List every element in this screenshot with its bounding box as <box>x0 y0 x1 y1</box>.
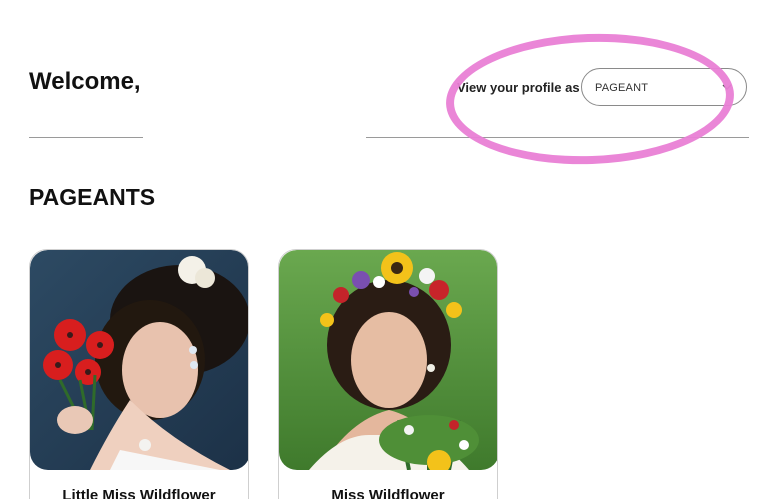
pageant-card-image <box>279 250 497 470</box>
divider-right <box>366 137 749 138</box>
profile-type-select[interactable]: PAGEANT <box>581 68 747 106</box>
pageant-card-title: Miss Wildflower <box>331 487 445 499</box>
pageant-card[interactable]: Little Miss Wildflower <box>29 249 249 499</box>
pageant-card-image <box>30 250 248 470</box>
pageant-card[interactable]: Miss Wildflower <box>278 249 498 499</box>
page: Welcome, C View your profile as PAGEANT … <box>0 0 760 499</box>
pageant-card-title: Little Miss Wildflower <box>62 487 216 499</box>
divider-left <box>29 137 143 138</box>
welcome-heading: Welcome, C <box>29 68 147 95</box>
section-title: PAGEANTS <box>29 184 156 210</box>
profile-type-selected-value: PAGEANT <box>595 82 649 94</box>
view-profile-as-label: View your profile as <box>457 80 580 95</box>
chevron-down-icon <box>722 84 732 90</box>
